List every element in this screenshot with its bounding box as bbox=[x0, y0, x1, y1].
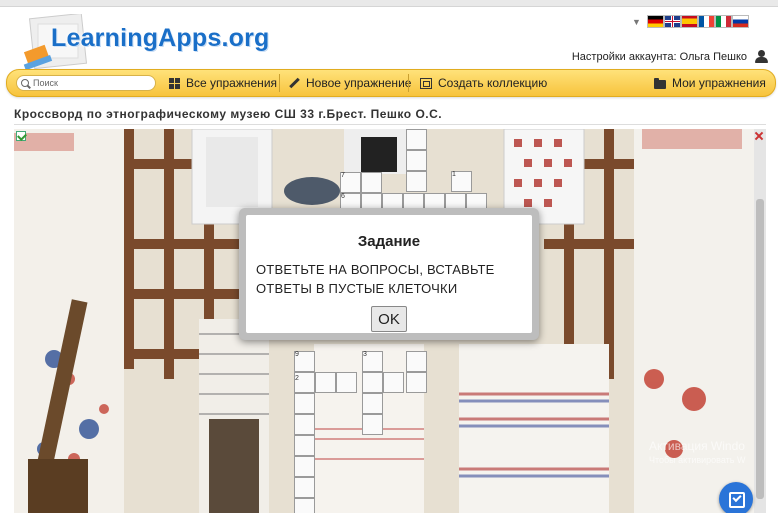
account-settings[interactable]: Настройки аккаунта: Ольга Пешко bbox=[572, 50, 768, 63]
flag-de-icon[interactable] bbox=[647, 16, 663, 27]
flag-it-icon[interactable] bbox=[715, 16, 731, 27]
dialog-title: Задание bbox=[357, 233, 421, 250]
crossword-app[interactable]: 7 6 1 9 3 2 Активация Windo Чтобы активи… bbox=[14, 129, 766, 513]
flag-gb-icon[interactable] bbox=[664, 16, 680, 27]
account-name: Ольга Пешко bbox=[679, 50, 747, 63]
top-border bbox=[0, 0, 778, 7]
folder-icon bbox=[654, 77, 666, 89]
search-input[interactable] bbox=[33, 78, 143, 88]
flag-ru-icon[interactable] bbox=[732, 16, 748, 27]
task-dialog: Задание ОТВЕТЬТЕ НА ВОПРОСЫ, ВСТАВЬТЕ ОТ… bbox=[239, 208, 539, 340]
nav-my-exercises[interactable]: Мои упражнения bbox=[654, 76, 766, 90]
search-icon bbox=[21, 79, 29, 87]
user-icon[interactable] bbox=[755, 50, 768, 63]
collection-icon bbox=[420, 77, 432, 89]
ok-button[interactable]: OK bbox=[371, 306, 407, 332]
nav-all-exercises-label: Все упражнения bbox=[186, 76, 278, 90]
caret-down-icon[interactable]: ▼ bbox=[632, 17, 641, 27]
nav-create-collection[interactable]: Создать коллекцию bbox=[420, 76, 547, 90]
nav-divider bbox=[408, 74, 409, 92]
site-logo[interactable]: LearningApps.org bbox=[14, 10, 284, 72]
dialog-overlay: Задание ОТВЕТЬТЕ НА ВОПРОСЫ, ВСТАВЬТЕ ОТ… bbox=[14, 129, 766, 513]
account-settings-label[interactable]: Настройки аккаунта: Ольга Пешко bbox=[572, 51, 747, 63]
flag-es-icon[interactable] bbox=[681, 16, 697, 27]
nav-my-exercises-label: Мои упражнения bbox=[672, 76, 766, 90]
language-selector[interactable]: ▼ bbox=[632, 16, 748, 27]
nav-all-exercises[interactable]: Все упражнения bbox=[169, 76, 277, 90]
page-title: Кроссворд по этнографическому музею СШ 3… bbox=[14, 107, 443, 121]
divider bbox=[14, 124, 766, 125]
nav-new-exercise[interactable]: Новое упражнение bbox=[289, 76, 411, 90]
nav-create-collection-label: Создать коллекцию bbox=[438, 76, 548, 90]
dialog-text: ОТВЕТЬТЕ НА ВОПРОСЫ, ВСТАВЬТЕ ОТВЕТЫ В П… bbox=[256, 262, 495, 296]
grid-icon bbox=[169, 77, 180, 89]
flag-fr-icon[interactable] bbox=[698, 16, 714, 27]
main-nav: Все упражнения Новое упражнение Создать … bbox=[6, 69, 776, 97]
nav-new-exercise-label: Новое упражнение bbox=[306, 76, 412, 90]
account-label: Настройки аккаунта: bbox=[571, 50, 677, 63]
logo-text: LearningApps.org bbox=[51, 24, 270, 52]
check-answers-button[interactable] bbox=[719, 482, 753, 513]
nav-divider bbox=[279, 74, 280, 92]
pencil-icon bbox=[289, 78, 300, 89]
search-box[interactable] bbox=[16, 75, 156, 91]
task-dialog-body: Задание ОТВЕТЬТЕ НА ВОПРОСЫ, ВСТАВЬТЕ ОТ… bbox=[246, 215, 532, 333]
